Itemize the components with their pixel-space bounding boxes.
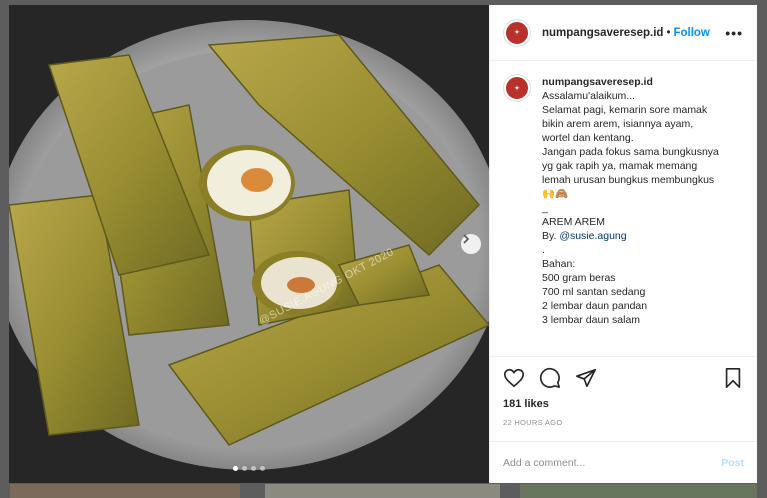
comment-input[interactable] — [503, 456, 722, 469]
heart-icon[interactable] — [503, 367, 525, 389]
caption-line: 700 ml santan sedang — [542, 286, 646, 298]
chevron-right-icon[interactable] — [461, 234, 481, 254]
food-image — [9, 5, 489, 483]
post-timestamp[interactable]: 22 HOURS AGO — [490, 410, 757, 427]
post-comment-button[interactable]: Post — [721, 457, 744, 469]
caption-line: Assalamu'alaikum... — [542, 90, 636, 102]
carousel-indicator — [233, 466, 265, 471]
caption-line: By. @susie.agung — [542, 229, 719, 243]
caption-line: 500 gram beras — [542, 272, 616, 284]
post-modal: @SUSIE.AGUNG OKT 2020 ✦ numpangsaveresep… — [9, 5, 757, 483]
more-options-icon[interactable]: ••• — [725, 25, 743, 41]
avatar[interactable]: ✦ — [504, 75, 530, 101]
caption-area: ✦ numpangsaveresep.id Assalamu'alaikum..… — [490, 61, 757, 356]
comment-form: Post — [490, 441, 757, 483]
mention-link[interactable]: @susie.agung — [559, 230, 626, 242]
caption-line: wortel dan kentang. — [542, 132, 634, 144]
post-header: ✦ numpangsaveresep.id • Follow ••• — [490, 5, 757, 61]
caption-username[interactable]: numpangsaveresep.id — [542, 75, 719, 89]
caption-line: lemah urusan bungkus membungkus — [542, 174, 715, 186]
caption-line: AREM AREM — [542, 216, 606, 228]
caption-line: 3 lembar daun salam — [542, 314, 641, 326]
caption-line: yg gak rapih ya, mamak memang — [542, 160, 698, 172]
avatar[interactable]: ✦ — [504, 19, 530, 46]
caption-line: 2 lembar daun pandan — [542, 300, 648, 312]
carousel-dot — [251, 466, 256, 471]
carousel-dot — [233, 466, 238, 471]
share-icon[interactable] — [575, 367, 597, 389]
background-thumbnail — [520, 484, 757, 498]
caption-line: Bahan: — [542, 258, 576, 270]
caption-emoji: 🙌🙈 — [542, 188, 569, 200]
comment-icon[interactable] — [539, 367, 561, 389]
caption-by: By. — [542, 230, 560, 242]
likes-count[interactable]: 181 likes — [490, 398, 757, 410]
bookmark-icon[interactable] — [722, 367, 744, 389]
caption-line: _ — [542, 202, 548, 214]
follow-button[interactable]: Follow — [673, 27, 709, 39]
carousel-dot — [260, 466, 265, 471]
post-side-panel: ✦ numpangsaveresep.id • Follow ••• ✦ num… — [489, 5, 757, 483]
header-separator: • — [666, 26, 671, 39]
caption: numpangsaveresep.id Assalamu'alaikum... … — [542, 75, 719, 356]
caption-line: Jangan pada fokus sama bungkusnya — [542, 146, 719, 158]
caption-line: Selamat pagi, kemarin sore mamak — [542, 104, 708, 116]
action-bar — [490, 356, 757, 398]
caption-line: bikin arem arem, isiannya ayam, — [542, 118, 694, 130]
post-photo[interactable]: @SUSIE.AGUNG OKT 2020 — [9, 5, 489, 483]
caption-line: . — [542, 244, 545, 256]
background-thumbnail — [265, 484, 500, 498]
background-thumbnail — [10, 484, 240, 498]
carousel-dot — [242, 466, 247, 471]
header-username[interactable]: numpangsaveresep.id — [542, 27, 663, 39]
